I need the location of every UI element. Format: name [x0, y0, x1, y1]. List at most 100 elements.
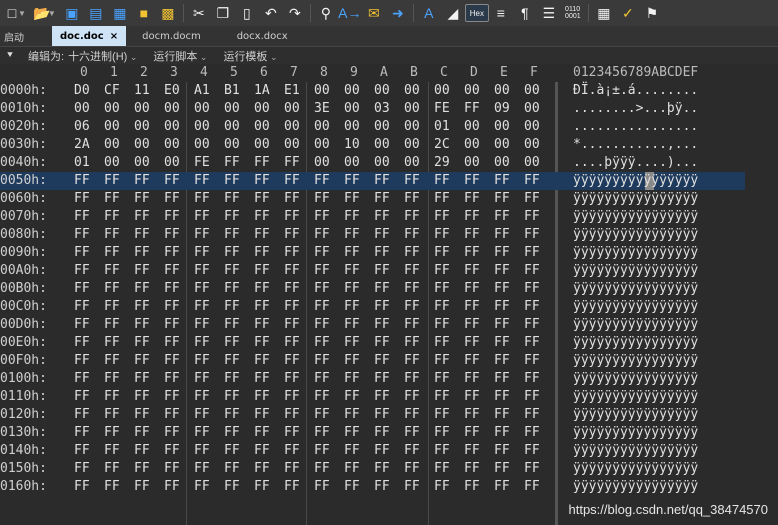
hex-byte[interactable]: 00 [524, 82, 548, 100]
hex-byte[interactable]: FF [314, 460, 338, 478]
hex-byte[interactable]: FF [374, 478, 398, 496]
hex-byte[interactable]: FF [194, 388, 218, 406]
hex-byte[interactable]: FF [434, 460, 458, 478]
hex-byte[interactable]: 00 [224, 136, 248, 154]
hex-byte[interactable]: 00 [344, 118, 368, 136]
hex-byte[interactable]: FF [524, 244, 548, 262]
hex-byte[interactable]: FF [74, 334, 98, 352]
hex-byte[interactable]: FF [404, 262, 428, 280]
hex-byte[interactable]: FF [104, 334, 128, 352]
tab-doc-doc[interactable]: doc.doc × [52, 26, 127, 46]
hex-byte[interactable]: FF [134, 334, 158, 352]
hex-byte[interactable]: FF [314, 316, 338, 334]
ascii-text[interactable]: ÿÿÿÿÿÿÿÿÿÿÿÿÿÿÿÿ [573, 424, 698, 442]
hex-byte[interactable]: 00 [134, 154, 158, 172]
hex-byte[interactable]: FF [254, 280, 278, 298]
hex-byte[interactable]: FF [374, 460, 398, 478]
hex-byte[interactable]: FF [254, 406, 278, 424]
hex-byte[interactable]: FF [194, 442, 218, 460]
hex-byte[interactable]: FF [464, 388, 488, 406]
hex-byte[interactable]: FF [284, 190, 308, 208]
hex-byte[interactable]: FF [464, 352, 488, 370]
hex-byte[interactable]: FF [344, 370, 368, 388]
hex-byte[interactable]: 00 [164, 154, 188, 172]
hex-byte[interactable]: FF [494, 244, 518, 262]
hex-byte[interactable]: FF [254, 154, 278, 172]
hex-byte[interactable]: FF [404, 244, 428, 262]
hex-byte[interactable]: 00 [164, 100, 188, 118]
hex-byte[interactable]: FF [224, 208, 248, 226]
hex-byte[interactable]: FF [494, 280, 518, 298]
hex-byte[interactable]: FF [224, 478, 248, 496]
hex-byte[interactable]: FF [104, 226, 128, 244]
hex-byte[interactable]: FF [164, 352, 188, 370]
hex-byte[interactable]: FF [314, 424, 338, 442]
hex-byte[interactable]: FF [494, 316, 518, 334]
hex-byte[interactable]: FF [344, 316, 368, 334]
hex-byte[interactable]: FF [164, 280, 188, 298]
hex-byte[interactable]: FF [134, 226, 158, 244]
hex-byte[interactable]: FF [104, 262, 128, 280]
hex-byte[interactable]: 00 [404, 154, 428, 172]
ascii-text[interactable]: ÿÿÿÿÿÿÿÿÿÿÿÿÿÿÿÿ [573, 208, 698, 226]
hex-byte[interactable]: FF [374, 262, 398, 280]
hex-byte[interactable]: FF [74, 388, 98, 406]
hex-icon[interactable]: Hex [464, 4, 489, 22]
hex-editor[interactable]: 0 1 2 3 4 5 6 7 8 9 A B C D E F 0123456789ABCDEF 0000h: D0… [0, 64, 778, 525]
hex-byte[interactable]: FF [164, 406, 188, 424]
hex-byte[interactable]: 00 [374, 154, 398, 172]
hex-byte[interactable]: FF [284, 208, 308, 226]
hex-byte[interactable]: 00 [524, 100, 548, 118]
hex-byte[interactable]: FF [434, 226, 458, 244]
hex-byte[interactable]: FF [404, 172, 428, 190]
hex-byte[interactable]: FF [104, 244, 128, 262]
hex-byte[interactable]: FF [494, 262, 518, 280]
hex-row[interactable]: 0050h: FF FF FF FF FF FF FF FF FF FF FF FF FF FF FF FF ÿÿ… [0, 172, 745, 190]
hex-byte[interactable]: FF [224, 388, 248, 406]
hex-row[interactable]: 0070h: FF FF FF FF FF FF FF FF FF FF FF FF FF FF FF FF ÿÿ… [0, 208, 745, 226]
hex-byte[interactable]: FF [344, 208, 368, 226]
hex-byte[interactable]: FF [524, 172, 548, 190]
hex-byte[interactable]: FF [314, 280, 338, 298]
ascii-text[interactable]: ÿÿÿÿÿÿÿÿÿÿÿÿÿÿÿÿ [573, 280, 698, 298]
hex-byte[interactable]: FF [74, 352, 98, 370]
hex-byte[interactable]: FF [254, 334, 278, 352]
hex-byte[interactable]: FF [494, 172, 518, 190]
hex-byte[interactable]: FF [224, 172, 248, 190]
checklist-icon[interactable]: ✓ [616, 2, 640, 24]
hex-byte[interactable]: FF [464, 226, 488, 244]
hex-byte[interactable]: FF [194, 244, 218, 262]
hex-byte[interactable]: FF [194, 478, 218, 496]
bookmark-icon[interactable]: ⚑ [640, 2, 664, 24]
hex-byte[interactable]: 2A [74, 136, 98, 154]
hex-byte[interactable]: FF [374, 334, 398, 352]
replace-icon[interactable]: A→ [338, 2, 362, 24]
hex-byte[interactable]: FF [494, 298, 518, 316]
hex-byte[interactable]: FF [254, 226, 278, 244]
hex-byte[interactable]: FF [164, 442, 188, 460]
hex-byte[interactable]: FF [164, 172, 188, 190]
hex-byte[interactable]: FF [104, 316, 128, 334]
hex-byte[interactable]: FF [284, 370, 308, 388]
hex-byte[interactable]: 00 [254, 136, 278, 154]
hex-byte[interactable]: 00 [404, 118, 428, 136]
hex-byte[interactable]: 00 [314, 118, 338, 136]
hex-byte[interactable]: FF [74, 370, 98, 388]
hex-byte[interactable]: 03 [374, 100, 398, 118]
hex-byte[interactable]: FF [164, 388, 188, 406]
hex-byte[interactable]: 00 [374, 82, 398, 100]
hex-byte[interactable]: FF [254, 172, 278, 190]
ascii-text[interactable]: ÿÿÿÿÿÿÿÿÿÿÿÿÿÿÿÿ [573, 190, 698, 208]
hex-byte[interactable]: FF [74, 298, 98, 316]
hex-byte[interactable]: B1 [224, 82, 248, 100]
hex-byte[interactable]: FF [524, 406, 548, 424]
hex-byte[interactable]: FF [314, 478, 338, 496]
hex-byte[interactable]: FF [314, 262, 338, 280]
hex-byte[interactable]: 00 [104, 100, 128, 118]
hex-byte[interactable]: FF [194, 280, 218, 298]
hex-row[interactable]: 0150h: FF FF FF FF FF FF FF FF FF FF FF FF FF FF FF FF ÿÿ… [0, 460, 745, 478]
hex-byte[interactable]: FF [134, 424, 158, 442]
hex-byte[interactable]: FF [434, 262, 458, 280]
ascii-text[interactable]: ÐÏ.à¡±.á........ [573, 82, 698, 100]
hex-byte[interactable]: FF [524, 334, 548, 352]
